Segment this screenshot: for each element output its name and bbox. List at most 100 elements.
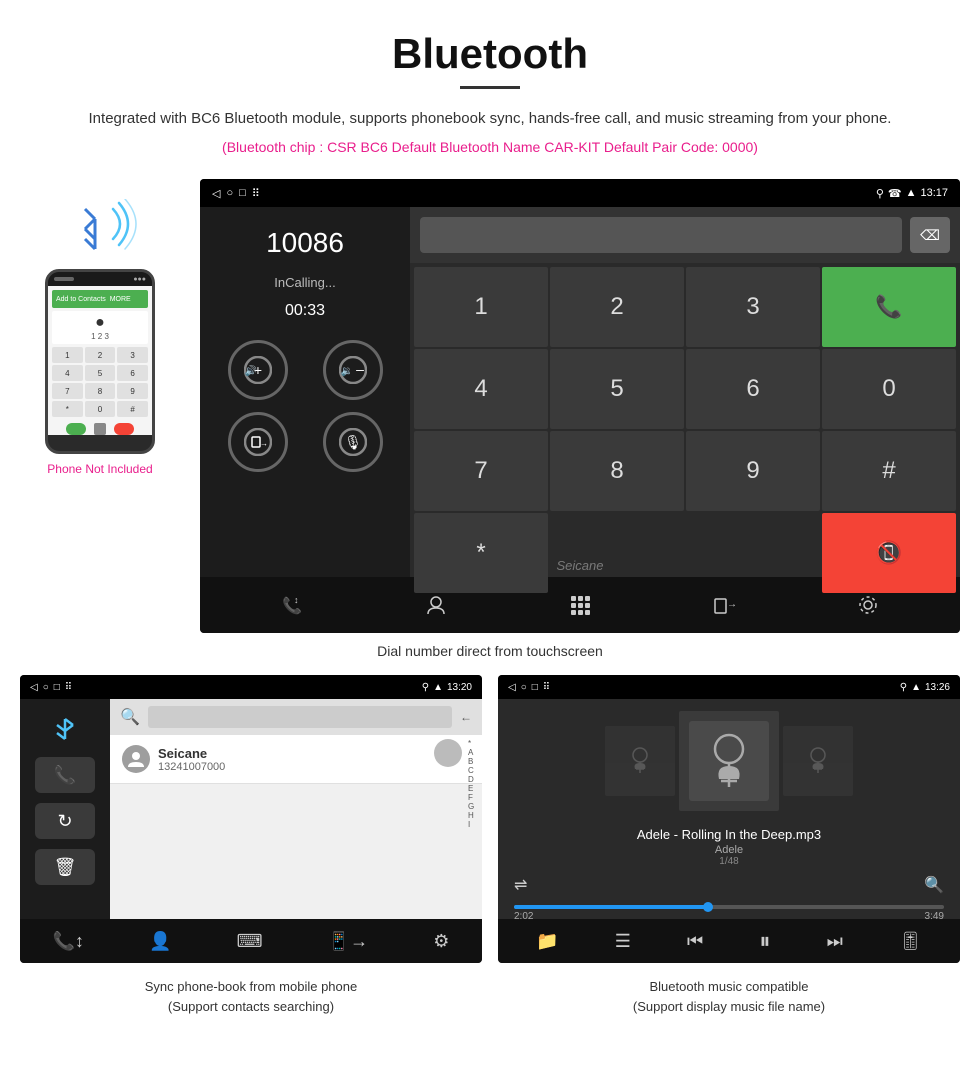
contacts-icon[interactable]: [425, 594, 447, 616]
album-art-current: [679, 711, 779, 811]
transfer-nav-icon[interactable]: →: [713, 594, 735, 616]
play-pause-icon[interactable]: ⏸: [759, 928, 770, 954]
eq-icon[interactable]: 🎚: [899, 931, 922, 952]
num-key-8[interactable]: 8: [550, 431, 684, 511]
phone-bottom-bar: [52, 421, 148, 437]
backspace-button[interactable]: ⌫: [910, 217, 950, 253]
phonebook-caption-line1: Sync phone-book from mobile phone: [20, 977, 482, 997]
dial-input-field[interactable]: [420, 217, 902, 253]
call-end-button[interactable]: 📵: [822, 513, 956, 593]
dial-input-row: ⌫: [410, 207, 960, 263]
contact-item[interactable]: Seicane 13241007000: [110, 735, 482, 784]
num-key-5[interactable]: 5: [550, 349, 684, 429]
pb-back-arrow-icon[interactable]: ←: [460, 710, 472, 724]
location-icon: ⚲: [876, 187, 884, 200]
num-key-star[interactable]: *: [414, 513, 548, 593]
music-caption-line2: (Support display music file name): [498, 997, 960, 1017]
settings-icon[interactable]: [857, 594, 879, 616]
svg-text:→: →: [260, 439, 268, 448]
dial-status: InCalling...: [216, 275, 394, 290]
playlist-icon[interactable]: ☰: [615, 931, 631, 952]
pb-search-bar: 🔍 ←: [110, 699, 482, 735]
music-signal-icon: ▲: [911, 682, 921, 693]
bottom-captions: Sync phone-book from mobile phone (Suppo…: [0, 977, 980, 1016]
dial-left-panel: 10086 InCalling... 00:33 + 🔊 �: [200, 207, 410, 577]
pb-scroll-indicator: [434, 739, 462, 767]
num-key-1[interactable]: 1: [414, 267, 548, 347]
pb-transfer-icon[interactable]: 📱→: [328, 931, 368, 952]
volume-up-button[interactable]: + 🔊: [228, 340, 288, 400]
call-icon: ☎: [888, 187, 902, 200]
pb-sidebar: 📞 ↻ 🗑: [20, 699, 110, 919]
num-key-7[interactable]: 7: [414, 431, 548, 511]
pb-nav-dots: ⠿: [65, 682, 72, 693]
svg-text:↕: ↕: [294, 595, 299, 605]
dial-content: 10086 InCalling... 00:33 + 🔊 �: [200, 207, 960, 577]
nav-back-icon: ◁: [212, 187, 220, 200]
sync-nav-button[interactable]: ↻: [35, 803, 95, 839]
phone-mockup: ●●● Add to Contacts MORE ● 1 2 3 123 456…: [20, 179, 180, 633]
transfer-button[interactable]: →: [228, 412, 288, 472]
folder-icon[interactable]: 📁: [536, 931, 558, 952]
dial-timer: 00:33: [216, 302, 394, 320]
svg-text:🔊: 🔊: [244, 364, 256, 377]
mute-button[interactable]: 🎙: [323, 412, 383, 472]
num-key-2[interactable]: 2: [550, 267, 684, 347]
music-nav-circle: ○: [521, 682, 527, 693]
status-time: 13:17: [920, 187, 948, 199]
nav-circle-icon: ○: [226, 187, 233, 199]
svg-text:–: –: [356, 361, 364, 377]
volume-down-button[interactable]: 🔉 –: [323, 340, 383, 400]
num-key-9[interactable]: 9: [686, 431, 820, 511]
music-search-icon[interactable]: 🔍: [924, 875, 944, 895]
progress-bar-bg: [514, 905, 944, 909]
prev-track-icon[interactable]: ⏮: [687, 931, 703, 952]
contact-phone: 13241007000: [158, 761, 470, 773]
bluetooth-nav-icon[interactable]: [35, 711, 95, 747]
pb-nav-back: ◁: [30, 682, 38, 693]
nav-square-icon: □: [239, 187, 246, 199]
delete-nav-button[interactable]: 🗑: [35, 849, 95, 885]
contact-name: Seicane: [158, 746, 470, 761]
pb-signal-icon: ▲: [433, 682, 443, 693]
num-key-0[interactable]: 0: [822, 349, 956, 429]
dial-buttons: + 🔊 🔉 –: [216, 340, 394, 472]
dialpad-icon[interactable]: [569, 594, 591, 616]
pb-contacts-icon[interactable]: 👤: [149, 931, 171, 952]
phone-not-included-label: Phone Not Included: [47, 462, 152, 476]
call-nav-button[interactable]: 📞: [35, 757, 95, 793]
music-time: 13:26: [925, 682, 950, 693]
call-accept-button[interactable]: 📞: [822, 267, 956, 347]
num-key-3[interactable]: 3: [686, 267, 820, 347]
music-nav-dots: ⠿: [543, 682, 550, 693]
num-key-4[interactable]: 4: [414, 349, 548, 429]
call-log-icon[interactable]: 📞 ↕: [281, 594, 303, 616]
pb-settings-icon[interactable]: ⚙: [433, 931, 449, 952]
track-position: 1/48: [502, 856, 956, 867]
shuffle-icon[interactable]: ⇌: [514, 875, 527, 895]
phonebook-caption: Sync phone-book from mobile phone (Suppo…: [20, 977, 482, 1016]
next-track-icon[interactable]: ⏭: [827, 931, 843, 952]
time-total: 3:49: [925, 911, 944, 922]
pb-dialpad-icon[interactable]: ⌨: [237, 931, 263, 952]
pb-call-log-icon[interactable]: 📞↕: [53, 931, 84, 952]
music-status-bar: ◁ ○ □ ⠿ ⚲ ▲ 13:26: [498, 675, 960, 699]
pb-nav-square: □: [54, 682, 60, 693]
progress-bar-fill[interactable]: [514, 905, 708, 909]
music-title: Adele - Rolling In the Deep.mp3: [502, 827, 956, 842]
music-nav-square: □: [532, 682, 538, 693]
progress-dot[interactable]: [703, 902, 713, 912]
contact-avatar: [122, 745, 150, 773]
pb-alpha-list: *ABCDEFGHI: [466, 735, 482, 833]
music-progress: 2:02 3:49: [498, 899, 960, 928]
num-key-hash[interactable]: #: [822, 431, 956, 511]
num-key-6[interactable]: 6: [686, 349, 820, 429]
android-status-bar: ◁ ○ □ ⠿ ⚲ ☎ ▲ 13:17: [200, 179, 960, 207]
contact-info: Seicane 13241007000: [158, 746, 470, 773]
pb-nav-circle: ○: [43, 682, 49, 693]
pb-bottom-bar: 📞↕ 👤 ⌨ 📱→ ⚙: [20, 919, 482, 963]
dial-caption: Dial number direct from touchscreen: [0, 643, 980, 659]
pb-location-icon: ⚲: [422, 682, 429, 693]
phonebook-content: 📞 ↻ 🗑 🔍 ←: [20, 699, 482, 919]
music-caption-line1: Bluetooth music compatible: [498, 977, 960, 997]
